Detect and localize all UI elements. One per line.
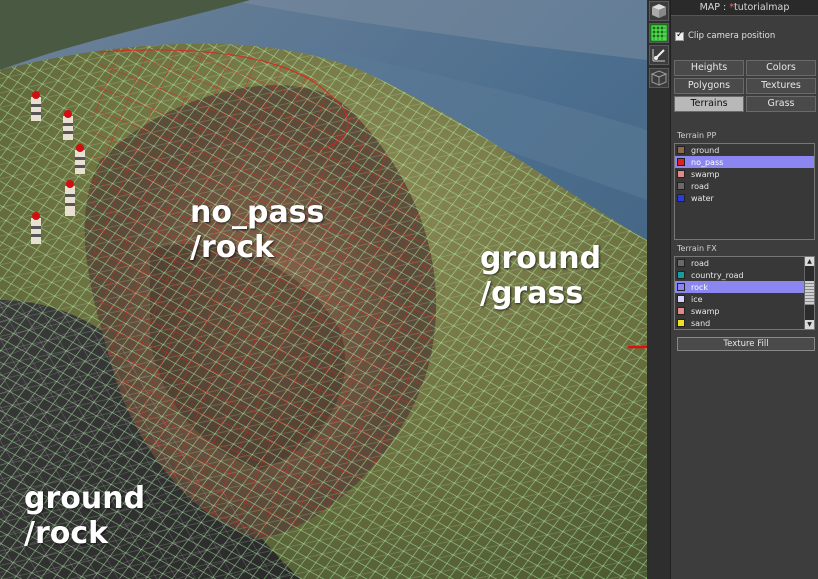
unit-marker	[31, 91, 41, 121]
list-item-label: ground	[691, 145, 720, 155]
list-item-label: water	[691, 193, 714, 203]
tab-polygons[interactable]: Polygons	[674, 78, 744, 94]
unit-marker	[31, 212, 41, 244]
list-item-label: swamp	[691, 169, 720, 179]
map-title-prefix: MAP :	[699, 2, 730, 13]
clip-camera-checkbox[interactable]	[675, 30, 684, 41]
color-swatch	[677, 319, 685, 327]
color-swatch	[677, 194, 685, 202]
list-item[interactable]: sand	[675, 317, 814, 329]
color-swatch	[677, 170, 685, 178]
map-title: MAP : *tutorialmap	[671, 0, 818, 16]
list-item[interactable]: road	[675, 180, 814, 192]
scroll-down-icon[interactable]: ▼	[805, 320, 814, 329]
texture-fill-button[interactable]: Texture Fill	[677, 337, 815, 351]
list-item[interactable]: ground	[675, 144, 814, 156]
tab-heights[interactable]: Heights	[674, 60, 744, 76]
map-name: tutorialmap	[734, 2, 790, 13]
color-swatch	[677, 295, 685, 303]
unit-marker	[65, 180, 75, 216]
color-swatch	[677, 146, 685, 154]
scroll-thumb[interactable]	[805, 281, 814, 305]
list-item[interactable]: rock	[675, 281, 814, 293]
list-item[interactable]: swamp	[675, 168, 814, 180]
clip-camera-label: Clip camera position	[688, 31, 776, 41]
list-item[interactable]: swamp	[675, 305, 814, 317]
color-swatch	[677, 283, 685, 291]
tab-terrains[interactable]: Terrains	[674, 96, 744, 112]
terrain-fx-scrollbar[interactable]: ▲ ▼	[804, 257, 814, 329]
list-item-label: no_pass	[691, 157, 724, 167]
list-item-label: road	[691, 258, 709, 268]
tab-colors[interactable]: Colors	[746, 60, 816, 76]
color-swatch	[677, 307, 685, 315]
wire-cube-icon[interactable]	[649, 68, 669, 88]
list-item-label: country_road	[691, 270, 744, 280]
color-swatch	[677, 259, 685, 267]
annotation-ground-grass: ground /grass	[480, 241, 602, 311]
annotation-no-pass-rock: no_pass /rock	[190, 195, 325, 265]
scroll-up-icon[interactable]: ▲	[805, 257, 814, 266]
terrain-viewport[interactable]: no_pass /rock ground /grass ground /rock	[0, 0, 647, 579]
grid-icon[interactable]	[649, 23, 669, 43]
unit-marker	[75, 144, 85, 174]
list-item[interactable]: country_road	[675, 269, 814, 281]
tool-strip	[647, 0, 671, 579]
color-swatch	[677, 182, 685, 190]
list-item-label: road	[691, 181, 709, 191]
color-swatch	[677, 271, 685, 279]
terrain-fx-list: road country_road rock ice swamp sand ▲ …	[674, 256, 815, 330]
brush-icon[interactable]	[649, 45, 669, 65]
color-swatch	[677, 158, 685, 166]
tab-textures[interactable]: Textures	[746, 78, 816, 94]
unit-marker	[63, 110, 73, 140]
clip-camera-row[interactable]: Clip camera position	[675, 30, 775, 42]
list-item[interactable]: no_pass	[675, 156, 814, 168]
list-item[interactable]: ice	[675, 293, 814, 305]
editor-panel: MAP : *tutorialmap Clip camera position …	[671, 0, 818, 579]
list-item-label: ice	[691, 294, 703, 304]
list-item-label: rock	[691, 282, 709, 292]
list-item-label: swamp	[691, 306, 720, 316]
mode-tabs: Heights Colors Polygons Textures Terrain…	[674, 60, 816, 112]
annotation-ground-rock: ground /rock	[24, 481, 146, 551]
list-item-label: sand	[691, 318, 711, 328]
terrain-pp-title: Terrain PP	[677, 131, 717, 140]
terrain-pp-list: ground no_pass swamp road water	[674, 143, 815, 240]
tab-grass[interactable]: Grass	[746, 96, 816, 112]
list-item[interactable]: road	[675, 257, 814, 269]
cube-icon[interactable]	[649, 1, 669, 21]
terrain-fx-title: Terrain FX	[677, 244, 717, 253]
list-item[interactable]: water	[675, 192, 814, 204]
